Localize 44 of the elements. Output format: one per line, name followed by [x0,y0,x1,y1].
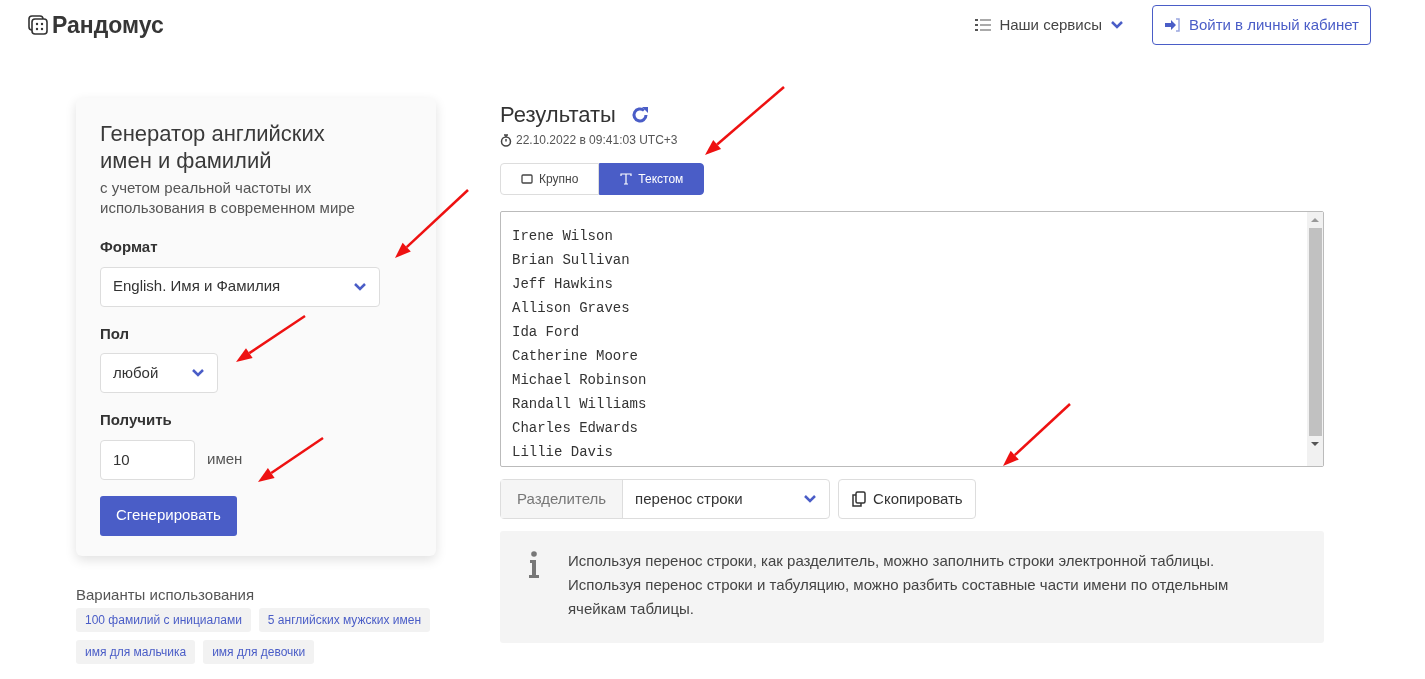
info-text: Используя перенос строки, как разделитель, можно заполнить строки электронной таблицы. Используя перенос строки и табуляцию, можно разбить составные части имени по отдельным ячейкам таблицы. [568,551,1230,619]
annotation-arrow [236,314,306,362]
names-textarea[interactable]: Irene Wilson Brian Sullivan Jeff Hawkins Allison Graves Ida Ford Catherine Moore Michael Robinson Randall Williams Charles Edwards Lillie Davis [500,211,1324,467]
copy-button[interactable]: Скопировать [838,479,976,519]
sign-in-icon [1163,18,1181,32]
chevron-down-icon [1109,20,1124,30]
results-title: Результаты [500,101,616,129]
separator-value: перенос строки [623,480,830,518]
separator-select[interactable]: Разделитель перенос строки [500,479,831,519]
timestamp: 22.10.2022 в 09:41:03 UTC+3 [516,132,678,149]
list-icon [975,18,992,32]
annotation-arrow [1003,403,1071,466]
rectangle-icon [521,174,533,184]
usage-tag[interactable]: имя для мальчика [76,640,196,664]
view-tab[interactable]: Крупно [500,163,600,195]
scrollbar[interactable] [1307,212,1323,466]
chevron-down-icon [803,494,818,504]
usage-tag[interactable]: 100 фамилий с инициалами [76,608,251,632]
generator-title: Генератор английских имен и фамилий [100,120,326,174]
view-tab[interactable]: Текстом [599,163,705,195]
chevron-down-icon [191,368,205,378]
generator-subtitle: с учетом реальной частоты их использования в современном мире [100,178,356,218]
annotation-arrow [258,436,324,482]
field-label: Пол [100,323,131,344]
text-icon [620,173,633,185]
usage-tag[interactable]: имя для девочки [203,640,315,664]
chevron-down-icon [353,281,367,292]
stopwatch-icon [500,133,512,147]
dice-logo-icon [28,15,48,35]
usage-title: Варианты использования [76,584,256,605]
count-input[interactable]: 10 [100,439,195,480]
usage-tag[interactable]: 5 английских мужских имен [258,608,431,632]
count-unit: имен [207,449,243,470]
login-button[interactable]: Войти в личный кабинет [1151,5,1371,45]
field-label: Получить [100,410,173,430]
format-select[interactable]: English. Имя и Фамилия [100,266,380,307]
copy-icon [851,491,867,507]
generate-button[interactable]: Сгенерировать [100,495,237,536]
site-logo[interactable]: Рандомус [52,7,164,43]
info-icon [528,551,540,579]
gender-select[interactable]: любой [100,353,218,393]
separator-label: Разделитель [501,480,624,518]
field-label: Формат [100,237,159,257]
services-menu[interactable]: Наши сервисы [975,13,1124,37]
